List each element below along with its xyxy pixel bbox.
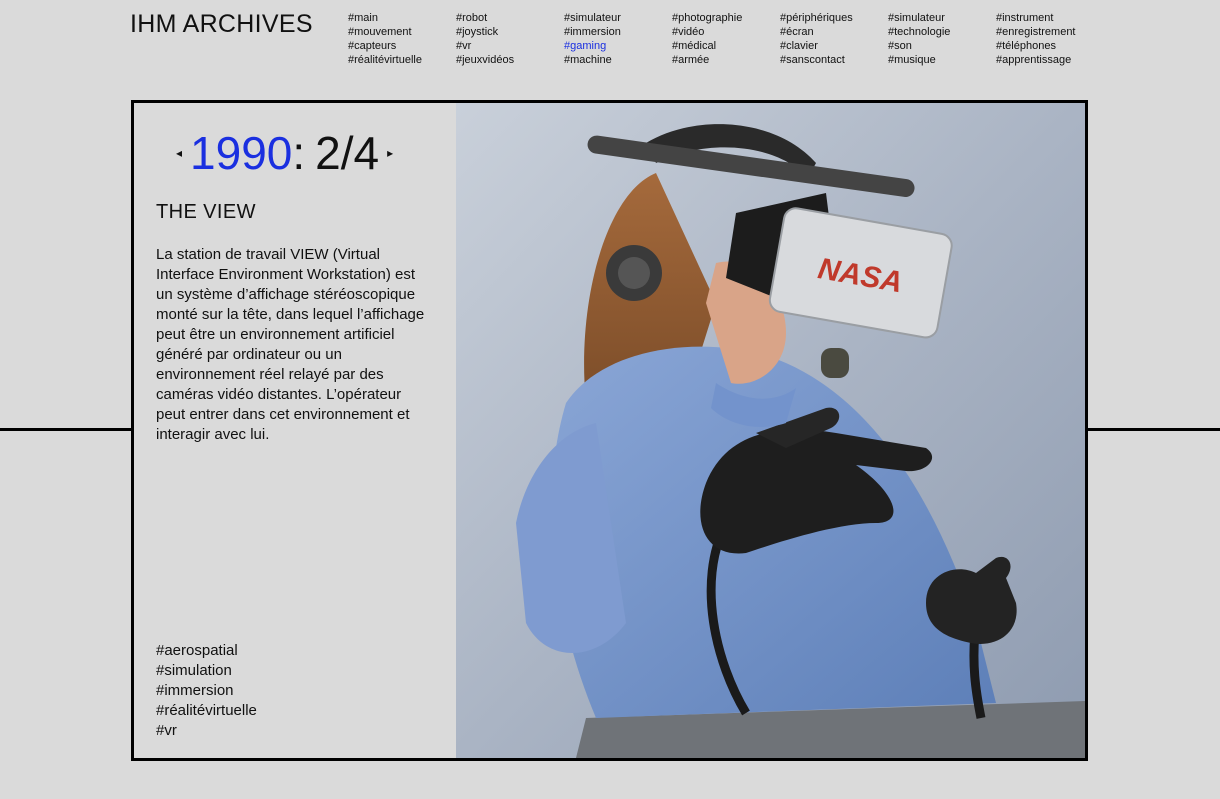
site-title[interactable]: IHM ARCHIVES xyxy=(130,10,313,39)
tag-link-gaming[interactable]: #gaming xyxy=(564,39,672,53)
year-link[interactable]: 1990 xyxy=(190,130,292,176)
tag-link-immersion[interactable]: #immersion xyxy=(564,25,672,39)
tag-link-joystick[interactable]: #joystick xyxy=(456,25,564,39)
year-separator: : xyxy=(292,127,306,179)
tag-link-simulateur[interactable]: #simulateur xyxy=(564,11,672,25)
tag-link-video[interactable]: #vidéo xyxy=(672,25,780,39)
tag-link-instrument[interactable]: #instrument xyxy=(996,11,1104,25)
tag-link-vr[interactable]: #vr xyxy=(456,39,564,53)
item-counter: 2/4 xyxy=(315,127,380,179)
item-tag-immersion[interactable]: #immersion xyxy=(156,681,257,701)
tag-column: #simulateur #immersion #gaming #machine xyxy=(564,11,672,67)
tag-link-jeuxvideos[interactable]: #jeuxvidéos xyxy=(456,53,564,67)
info-panel: ◂ 1990 : 2/4 ▸ THE VIEW La station de tr… xyxy=(134,103,456,758)
tag-column: #périphériques #écran #clavier #sanscont… xyxy=(780,11,888,67)
tag-link-main[interactable]: #main xyxy=(348,11,456,25)
tag-link-medical[interactable]: #médical xyxy=(672,39,780,53)
tag-link-apprentissage[interactable]: #apprentissage xyxy=(996,53,1104,67)
tag-link-enregistrement[interactable]: #enregistrement xyxy=(996,25,1104,39)
tag-link-robot[interactable]: #robot xyxy=(456,11,564,25)
tag-column: #main #mouvement #capteurs #réalitévirtu… xyxy=(348,11,456,67)
tag-link-sanscontact[interactable]: #sanscontact xyxy=(780,53,888,67)
item-tag-realitevirtuelle[interactable]: #réalitévirtuelle xyxy=(156,701,257,721)
archive-card: ◂ 1990 : 2/4 ▸ THE VIEW La station de tr… xyxy=(131,100,1088,761)
tag-link-technologie[interactable]: #technologie xyxy=(888,25,996,39)
tag-link-peripheriques[interactable]: #périphériques xyxy=(780,11,888,25)
tag-link-armee[interactable]: #armée xyxy=(672,53,780,67)
tag-link-mouvement[interactable]: #mouvement xyxy=(348,25,456,39)
next-arrow-icon[interactable]: ▸ xyxy=(385,147,395,159)
item-tag-vr[interactable]: #vr xyxy=(156,721,257,741)
vr-headset-photo-illustration: NASA xyxy=(456,103,1085,758)
tag-column: #simulateur #technologie #son #musique xyxy=(888,11,996,67)
timeline-line-right xyxy=(1086,428,1220,431)
tag-link-machine[interactable]: #machine xyxy=(564,53,672,67)
tag-column: #robot #joystick #vr #jeuxvidéos xyxy=(456,11,564,67)
tag-column: #photographie #vidéo #médical #armée xyxy=(672,11,780,67)
tag-link-capteurs[interactable]: #capteurs xyxy=(348,39,456,53)
tag-column: #instrument #enregistrement #téléphones … xyxy=(996,11,1104,67)
tag-link-photographie[interactable]: #photographie xyxy=(672,11,780,25)
tag-link-musique[interactable]: #musique xyxy=(888,53,996,67)
prev-arrow-icon[interactable]: ◂ xyxy=(174,147,184,159)
item-title: THE VIEW xyxy=(156,201,256,223)
item-tag-simulation[interactable]: #simulation xyxy=(156,661,257,681)
item-description: La station de travail VIEW (Virtual Inte… xyxy=(156,246,425,443)
year-navigation: ◂ 1990 : 2/4 ▸ xyxy=(174,125,395,181)
tag-link-telephones[interactable]: #téléphones xyxy=(996,39,1104,53)
timeline-line-left xyxy=(0,428,133,431)
tag-link-son[interactable]: #son xyxy=(888,39,996,53)
tag-link-clavier[interactable]: #clavier xyxy=(780,39,888,53)
tag-link-realitevirtuelle[interactable]: #réalitévirtuelle xyxy=(348,53,456,67)
tag-link-simulateur-2[interactable]: #simulateur xyxy=(888,11,996,25)
archive-photo: NASA xyxy=(456,103,1085,758)
tag-link-ecran[interactable]: #écran xyxy=(780,25,888,39)
item-tag-aerospatial[interactable]: #aerospatial xyxy=(156,641,257,661)
item-tag-list: #aerospatial #simulation #immersion #réa… xyxy=(156,641,257,741)
